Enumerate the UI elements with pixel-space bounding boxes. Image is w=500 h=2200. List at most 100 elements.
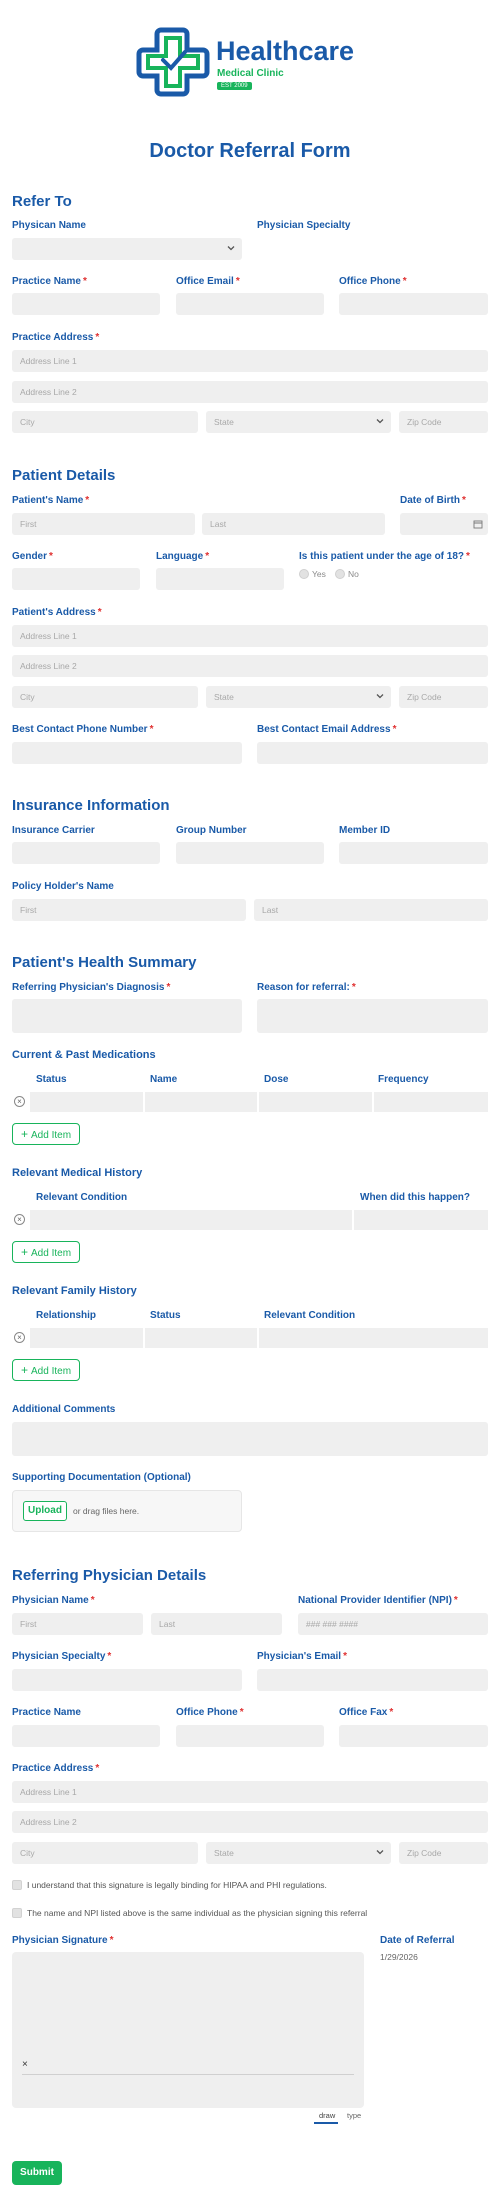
patient-state-select[interactable]: State <box>206 686 391 708</box>
language-label: Language * <box>156 551 210 562</box>
ref-address-line2-input[interactable]: Address Line 2 <box>12 1811 488 1833</box>
medical-cross-logo-icon <box>136 27 210 97</box>
patient-address-line1-input[interactable]: Address Line 1 <box>12 625 488 647</box>
consent-hipaa-checkbox[interactable] <box>12 1880 22 1890</box>
contact-phone-label: Best Contact Phone Number * <box>12 724 154 735</box>
logo: Healthcare Medical Clinic EST 2009 <box>136 26 366 98</box>
family-col-condition: Relevant Condition <box>264 1310 356 1321</box>
group-number-label: Group Number <box>176 825 247 836</box>
submit-button[interactable]: Submit <box>12 2161 62 2185</box>
chevron-down-icon <box>376 694 384 699</box>
signature-label: Physician Signature * <box>12 1935 114 1946</box>
history-add-item-button[interactable]: + Add Item <box>12 1241 80 1263</box>
refer-physician-name-select[interactable] <box>12 238 242 260</box>
under-18-no-radio[interactable] <box>335 569 345 579</box>
member-id-input[interactable] <box>339 842 488 864</box>
refer-state-select[interactable]: State <box>206 411 391 433</box>
ref-state-select[interactable]: State <box>206 1842 391 1864</box>
upload-button[interactable]: Upload <box>23 1501 67 1521</box>
ref-specialty-input[interactable] <box>12 1669 242 1691</box>
signature-pad[interactable]: × <box>12 1952 364 2108</box>
gender-select[interactable] <box>12 568 140 590</box>
logo-badge: EST 2009 <box>217 82 252 90</box>
supporting-docs-label: Supporting Documentation (Optional) <box>12 1472 191 1483</box>
office-phone-input[interactable] <box>339 293 488 315</box>
signature-line <box>22 2074 354 2075</box>
ref-city-input[interactable]: City <box>12 1842 198 1864</box>
ref-practice-address-label: Practice Address * <box>12 1763 100 1774</box>
ref-office-fax-input[interactable] <box>339 1725 488 1747</box>
ref-office-phone-input[interactable] <box>176 1725 324 1747</box>
contact-email-label: Best Contact Email Address * <box>257 724 397 735</box>
meds-frequency-cell[interactable] <box>374 1092 488 1112</box>
family-history-heading: Relevant Family History <box>12 1285 137 1297</box>
diagnosis-textarea[interactable] <box>12 999 242 1033</box>
under-18-yes-radio[interactable] <box>299 569 309 579</box>
member-id-label: Member ID <box>339 825 391 836</box>
ref-address-line1-input[interactable]: Address Line 1 <box>12 1781 488 1803</box>
under-18-no-label: No <box>348 569 359 579</box>
policy-holder-last-input[interactable]: Last <box>254 899 488 921</box>
calendar-icon <box>473 520 483 529</box>
contact-email-input[interactable] <box>257 742 488 764</box>
ref-email-input[interactable] <box>257 1669 488 1691</box>
signature-type-tab[interactable]: type <box>347 2111 361 2120</box>
remove-row-icon[interactable]: × <box>14 1332 25 1343</box>
chevron-down-icon <box>376 1850 384 1855</box>
referral-reason-textarea[interactable] <box>257 999 488 1033</box>
section-insurance: Insurance Information <box>12 797 170 814</box>
additional-comments-textarea[interactable] <box>12 1422 488 1456</box>
consent-same-individual-checkbox[interactable] <box>12 1908 22 1918</box>
refer-address-line1-input[interactable]: Address Line 1 <box>12 350 488 372</box>
diagnosis-label: Referring Physician's Diagnosis * <box>12 982 171 993</box>
date-of-birth-input[interactable] <box>400 513 488 535</box>
chevron-down-icon <box>227 246 235 251</box>
family-condition-cell[interactable] <box>259 1328 488 1348</box>
remove-row-icon[interactable]: × <box>14 1214 25 1225</box>
practice-name-input[interactable] <box>12 293 160 315</box>
contact-phone-input[interactable] <box>12 742 242 764</box>
ref-specialty-label: Physician Specialty * <box>12 1651 112 1662</box>
gender-label: Gender * <box>12 551 53 562</box>
file-dropzone[interactable]: Upload or drag files here. <box>12 1490 242 1532</box>
ref-practice-name-input[interactable] <box>12 1725 160 1747</box>
patient-zip-input[interactable]: Zip Code <box>399 686 488 708</box>
refer-physician-name-label: Physican Name <box>12 220 86 231</box>
date-of-referral-label: Date of Referral <box>380 1935 455 1946</box>
medications-heading: Current & Past Medications <box>12 1049 156 1061</box>
history-col-when: When did this happen? <box>360 1192 470 1203</box>
patient-address-line2-input[interactable]: Address Line 2 <box>12 655 488 677</box>
refer-address-line2-input[interactable]: Address Line 2 <box>12 381 488 403</box>
refer-zip-input[interactable]: Zip Code <box>399 411 488 433</box>
meds-col-frequency: Frequency <box>378 1074 429 1085</box>
npi-input[interactable]: ### ### #### <box>298 1613 488 1635</box>
remove-row-icon[interactable]: × <box>14 1096 25 1107</box>
language-select[interactable] <box>156 568 284 590</box>
meds-status-cell[interactable] <box>30 1092 143 1112</box>
date-of-referral-value: 1/29/2026 <box>380 1952 418 1962</box>
refer-city-input[interactable]: City <box>12 411 198 433</box>
additional-comments-label: Additional Comments <box>12 1404 116 1415</box>
logo-subtitle: Medical Clinic <box>217 68 284 79</box>
history-when-cell[interactable] <box>354 1210 488 1230</box>
group-number-input[interactable] <box>176 842 324 864</box>
patient-last-name-input[interactable]: Last <box>202 513 385 535</box>
history-condition-cell[interactable] <box>30 1210 352 1230</box>
family-add-item-button[interactable]: + Add Item <box>12 1359 80 1381</box>
signature-draw-tab[interactable]: draw <box>319 2111 335 2120</box>
insurance-carrier-input[interactable] <box>12 842 160 864</box>
patient-first-name-input[interactable]: First <box>12 513 195 535</box>
ref-zip-input[interactable]: Zip Code <box>399 1842 488 1864</box>
date-of-birth-label: Date of Birth * <box>400 495 466 506</box>
family-status-cell[interactable] <box>145 1328 257 1348</box>
ref-physician-first-input[interactable]: First <box>12 1613 143 1635</box>
ref-physician-last-input[interactable]: Last <box>151 1613 282 1635</box>
meds-add-item-button[interactable]: + Add Item <box>12 1123 80 1145</box>
meds-dose-cell[interactable] <box>259 1092 372 1112</box>
family-relationship-cell[interactable] <box>30 1328 143 1348</box>
section-refer-to: Refer To <box>12 193 72 210</box>
policy-holder-first-input[interactable]: First <box>12 899 246 921</box>
meds-name-cell[interactable] <box>145 1092 257 1112</box>
patient-city-input[interactable]: City <box>12 686 198 708</box>
office-email-input[interactable] <box>176 293 324 315</box>
